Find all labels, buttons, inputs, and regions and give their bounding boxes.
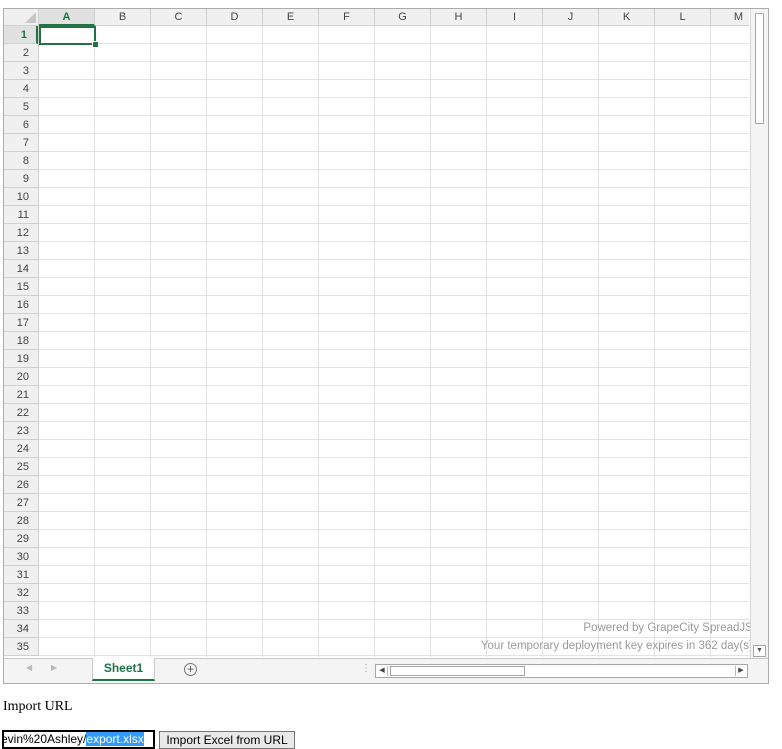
column-header[interactable]: K xyxy=(599,9,655,26)
column-header[interactable]: A xyxy=(39,9,95,26)
row-header[interactable]: 28 xyxy=(4,512,38,530)
row-header[interactable]: 14 xyxy=(4,260,38,278)
row-header[interactable]: 4 xyxy=(4,80,38,98)
row-header[interactable]: 35 xyxy=(4,638,38,656)
row-header[interactable]: 26 xyxy=(4,476,38,494)
row-header[interactable]: 27 xyxy=(4,494,38,512)
column-header[interactable]: J xyxy=(543,9,599,26)
column-headers: ABCDEFGHIJKLM xyxy=(39,9,767,26)
row-header[interactable]: 23 xyxy=(4,422,38,440)
url-input[interactable]: evin%20Ashley/export.xlsx xyxy=(2,730,155,749)
column-header[interactable]: D xyxy=(207,9,263,26)
column-header[interactable]: L xyxy=(655,9,711,26)
row-header[interactable]: 29 xyxy=(4,530,38,548)
tab-sheet1[interactable]: Sheet1 xyxy=(92,658,155,681)
horizontal-scrollbar[interactable]: ◀ ▶ xyxy=(375,664,748,678)
corner-triangle-icon xyxy=(25,12,36,23)
watermark-line-1: Powered by GrapeCity SpreadJS. xyxy=(583,622,756,634)
cell-grid[interactable] xyxy=(39,26,749,657)
plus-circle-icon[interactable]: + xyxy=(184,663,197,676)
vertical-scrollbar[interactable]: ▼ xyxy=(750,9,768,658)
row-header[interactable]: 25 xyxy=(4,458,38,476)
triangle-right-icon[interactable]: ▶ xyxy=(735,666,746,676)
row-header[interactable]: 13 xyxy=(4,242,38,260)
column-header[interactable]: F xyxy=(319,9,375,26)
import-url-label: Import URL xyxy=(3,699,73,714)
nav-left-icon[interactable]: ◀ xyxy=(26,663,32,672)
row-header[interactable]: 19 xyxy=(4,350,38,368)
row-header[interactable]: 7 xyxy=(4,134,38,152)
import-excel-button[interactable]: Import Excel from URL xyxy=(159,731,295,749)
triangle-left-icon[interactable]: ◀ xyxy=(377,666,388,676)
url-input-selected-text: export.xlsx xyxy=(86,732,144,746)
row-header[interactable]: 30 xyxy=(4,548,38,566)
column-header[interactable]: I xyxy=(487,9,543,26)
row-header[interactable]: 32 xyxy=(4,584,38,602)
url-input-text: evin%20Ashley/ xyxy=(2,732,87,746)
row-header[interactable]: 1 xyxy=(4,26,38,44)
row-header[interactable]: 21 xyxy=(4,386,38,404)
row-header[interactable]: 17 xyxy=(4,314,38,332)
row-headers: 1 2 3 4 5 6 7 8 9 10 11 12 13 14 15 16 17 18 19 20 21 22 23 24 2… xyxy=(4,26,39,656)
row-header[interactable]: 15 xyxy=(4,278,38,296)
row-header[interactable]: 34 xyxy=(4,620,38,638)
fill-handle[interactable] xyxy=(92,41,99,48)
row-header[interactable]: 18 xyxy=(4,332,38,350)
vertical-scroll-thumb[interactable] xyxy=(755,13,764,124)
triangle-down-icon[interactable]: ▼ xyxy=(753,645,766,657)
row-header[interactable]: 6 xyxy=(4,116,38,134)
watermark-line-2: Your temporary deployment key expires in… xyxy=(480,640,756,652)
row-header[interactable]: 16 xyxy=(4,296,38,314)
row-header[interactable]: 24 xyxy=(4,440,38,458)
row-header[interactable]: 8 xyxy=(4,152,38,170)
spreadsheet-host[interactable]: ABCDEFGHIJKLM 1 2 3 4 5 6 7 8 9 10 11 12 13 14 15 16 17 1… xyxy=(3,8,769,684)
row-header[interactable]: 22 xyxy=(4,404,38,422)
column-header[interactable]: G xyxy=(375,9,431,26)
row-header[interactable]: 11 xyxy=(4,206,38,224)
row-header[interactable]: 3 xyxy=(4,62,38,80)
select-all-corner[interactable] xyxy=(4,9,39,26)
row-header[interactable]: 12 xyxy=(4,224,38,242)
row-header[interactable]: 33 xyxy=(4,602,38,620)
watermark: Powered by GrapeCity SpreadJS. Your temp… xyxy=(481,619,756,655)
column-header[interactable]: H xyxy=(431,9,487,26)
tab-splitter-icon[interactable]: ⋮ xyxy=(361,663,371,674)
column-header[interactable]: C xyxy=(151,9,207,26)
row-header[interactable]: 5 xyxy=(4,98,38,116)
column-header[interactable]: E xyxy=(263,9,319,26)
nav-right-icon[interactable]: ▶ xyxy=(51,663,57,672)
row-header[interactable]: 31 xyxy=(4,566,38,584)
row-header[interactable]: 20 xyxy=(4,368,38,386)
row-header[interactable]: 2 xyxy=(4,44,38,62)
column-header[interactable]: B xyxy=(95,9,151,26)
active-cell[interactable] xyxy=(39,26,96,45)
row-header[interactable]: 9 xyxy=(4,170,38,188)
row-header[interactable]: 10 xyxy=(4,188,38,206)
horizontal-scroll-thumb[interactable] xyxy=(390,666,525,676)
sheet-tab-bar: ◀ ▶ Sheet1 + ⋮ ◀ ▶ xyxy=(4,658,768,683)
